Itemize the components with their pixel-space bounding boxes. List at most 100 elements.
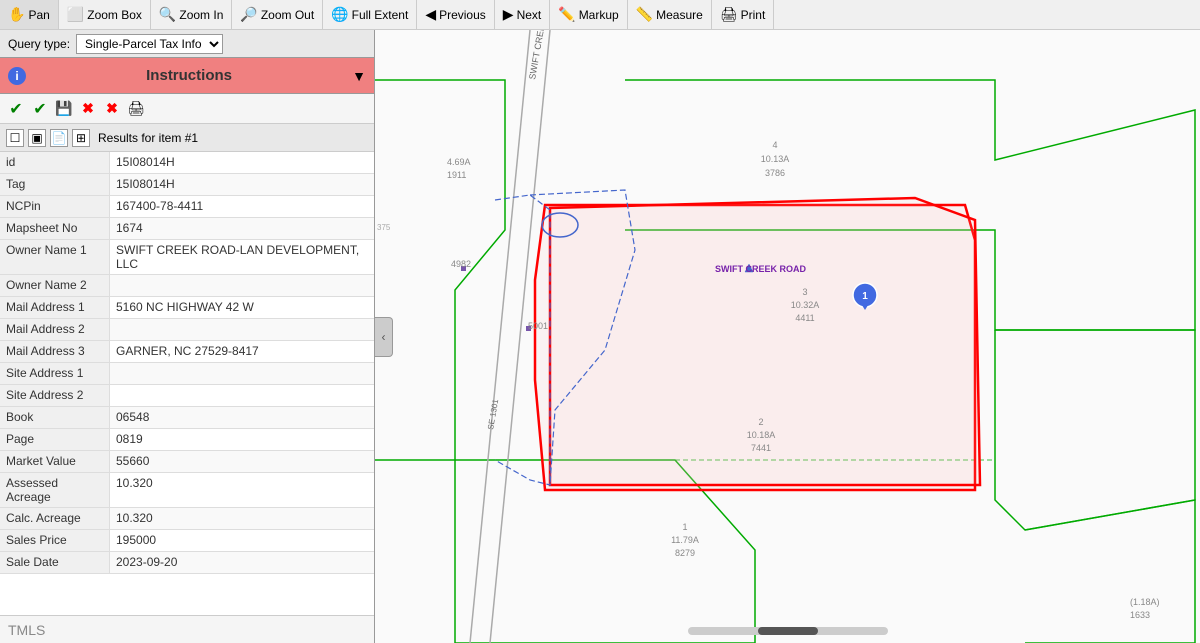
- instructions-bar: i Instructions ▼: [0, 58, 374, 94]
- row-value: 167400-78-4411: [110, 196, 374, 217]
- table-row: Mapsheet No1674: [0, 218, 374, 240]
- collapse-panel-arrow[interactable]: ‹: [375, 317, 393, 357]
- next-icon: ▶: [503, 6, 514, 23]
- full-extent-icon: 🌐: [331, 6, 348, 23]
- row-value: 10.320: [110, 508, 374, 529]
- row-label: Assessed Acreage: [0, 473, 110, 507]
- result-checkbox[interactable]: ☐: [6, 129, 24, 147]
- row-label: Book: [0, 407, 110, 428]
- table-row: Site Address 1: [0, 363, 374, 385]
- zoom-in-button[interactable]: 🔍 Zoom In: [151, 0, 232, 29]
- row-value: 06548: [110, 407, 374, 428]
- close-red-icon[interactable]: ✖: [78, 99, 98, 119]
- svg-text:1911: 1911: [447, 170, 466, 180]
- instructions-dropdown-arrow[interactable]: ▼: [352, 68, 366, 84]
- next-label: Next: [517, 8, 542, 22]
- pan-label: Pan: [28, 8, 49, 22]
- row-value: [110, 385, 374, 406]
- zoom-box-button[interactable]: ⬜ Zoom Box: [59, 0, 151, 29]
- svg-text:(1.18A): (1.18A): [1130, 597, 1160, 607]
- markup-icon: ✏️: [558, 6, 575, 23]
- pan-icon: ✋: [8, 6, 25, 23]
- svg-text:375: 375: [377, 223, 391, 232]
- table-row: Mail Address 2: [0, 319, 374, 341]
- row-value: 10.320: [110, 473, 374, 507]
- previous-icon: ◀: [425, 6, 436, 23]
- svg-text:1: 1: [682, 522, 687, 532]
- check-green-icon[interactable]: ✔: [6, 99, 26, 119]
- row-value: 15I08014H: [110, 152, 374, 173]
- svg-text:3786: 3786: [765, 168, 785, 178]
- zoom-in-icon: 🔍: [159, 6, 176, 23]
- row-value: 2023-09-20: [110, 552, 374, 573]
- svg-text:8279: 8279: [675, 548, 695, 558]
- table-row: Calc. Acreage10.320: [0, 508, 374, 530]
- table-row: Assessed Acreage10.320: [0, 473, 374, 508]
- query-type-label: Query type:: [8, 37, 70, 51]
- row-label: Page: [0, 429, 110, 450]
- full-extent-button[interactable]: 🌐 Full Extent: [323, 0, 417, 29]
- row-label: Owner Name 2: [0, 275, 110, 296]
- zoom-box-icon: ⬜: [67, 6, 84, 23]
- svg-text:10.18A: 10.18A: [747, 430, 776, 440]
- results-text: Results for item #1: [98, 131, 198, 145]
- pan-button[interactable]: ✋ Pan: [0, 0, 59, 29]
- result-doc-icon[interactable]: 📄: [50, 129, 68, 147]
- row-label: Mail Address 3: [0, 341, 110, 362]
- data-table: id15I08014HTag15I08014HNCPin167400-78-44…: [0, 152, 374, 615]
- row-value: GARNER, NC 27529-8417: [110, 341, 374, 362]
- save-icon[interactable]: 💾: [54, 99, 74, 119]
- row-label: Tag: [0, 174, 110, 195]
- zoom-out-label: Zoom Out: [261, 8, 314, 22]
- svg-text:7441: 7441: [751, 443, 771, 453]
- row-label: Owner Name 1: [0, 240, 110, 274]
- cancel-icon[interactable]: ✖: [102, 99, 122, 119]
- row-label: Site Address 2: [0, 385, 110, 406]
- zoom-out-icon: 🔎: [240, 6, 257, 23]
- markup-button[interactable]: ✏️ Markup: [550, 0, 627, 29]
- toolbar: ✋ Pan ⬜ Zoom Box 🔍 Zoom In 🔎 Zoom Out 🌐 …: [0, 0, 1200, 30]
- svg-text:10.32A: 10.32A: [791, 300, 820, 310]
- result-table-icon[interactable]: ⊞: [72, 129, 90, 147]
- row-label: Market Value: [0, 451, 110, 472]
- check-icon[interactable]: ✔: [30, 99, 50, 119]
- svg-text:4: 4: [772, 140, 777, 150]
- row-label: NCPin: [0, 196, 110, 217]
- svg-text:3: 3: [802, 287, 807, 297]
- svg-text:4411: 4411: [795, 313, 814, 323]
- row-label: id: [0, 152, 110, 173]
- table-row: Sales Price195000: [0, 530, 374, 552]
- footer-text: TMLS: [8, 622, 45, 638]
- table-row: Sale Date2023-09-20: [0, 552, 374, 574]
- previous-button[interactable]: ◀ Previous: [417, 0, 494, 29]
- left-panel: Query type: Single-Parcel Tax Info i Ins…: [0, 30, 375, 643]
- svg-text:10.13A: 10.13A: [761, 154, 790, 164]
- measure-label: Measure: [656, 8, 703, 22]
- table-row: Book06548: [0, 407, 374, 429]
- row-value: 0819: [110, 429, 374, 450]
- print-icon: 🖨: [720, 6, 738, 23]
- map-area[interactable]: ‹ SWIFT CREEK ROAD SE 1301: [375, 30, 1200, 643]
- table-row: Market Value55660: [0, 451, 374, 473]
- row-label: Calc. Acreage: [0, 508, 110, 529]
- result-view-icon[interactable]: ▣: [28, 129, 46, 147]
- icon-toolbar: ✔ ✔ 💾 ✖ ✖ 🖨: [0, 94, 374, 124]
- row-label: Site Address 1: [0, 363, 110, 384]
- row-label: Mail Address 2: [0, 319, 110, 340]
- next-button[interactable]: ▶ Next: [495, 0, 550, 29]
- row-value: [110, 319, 374, 340]
- map-scrollbar-thumb[interactable]: [758, 627, 818, 635]
- zoom-box-label: Zoom Box: [87, 8, 142, 22]
- svg-text:1633: 1633: [1130, 610, 1150, 620]
- map-scrollbar[interactable]: [688, 627, 888, 635]
- measure-button[interactable]: 📏 Measure: [628, 0, 712, 29]
- zoom-out-button[interactable]: 🔎 Zoom Out: [232, 0, 323, 29]
- map-canvas: SWIFT CREEK ROAD SE 1301 1: [375, 30, 1200, 643]
- svg-text:1: 1: [862, 291, 868, 302]
- print-small-icon[interactable]: 🖨: [126, 99, 146, 119]
- print-button[interactable]: 🖨 Print: [712, 0, 774, 29]
- query-type-select[interactable]: Single-Parcel Tax Info: [76, 34, 223, 54]
- query-type-bar: Query type: Single-Parcel Tax Info: [0, 30, 374, 58]
- table-row: Page0819: [0, 429, 374, 451]
- table-row: Site Address 2: [0, 385, 374, 407]
